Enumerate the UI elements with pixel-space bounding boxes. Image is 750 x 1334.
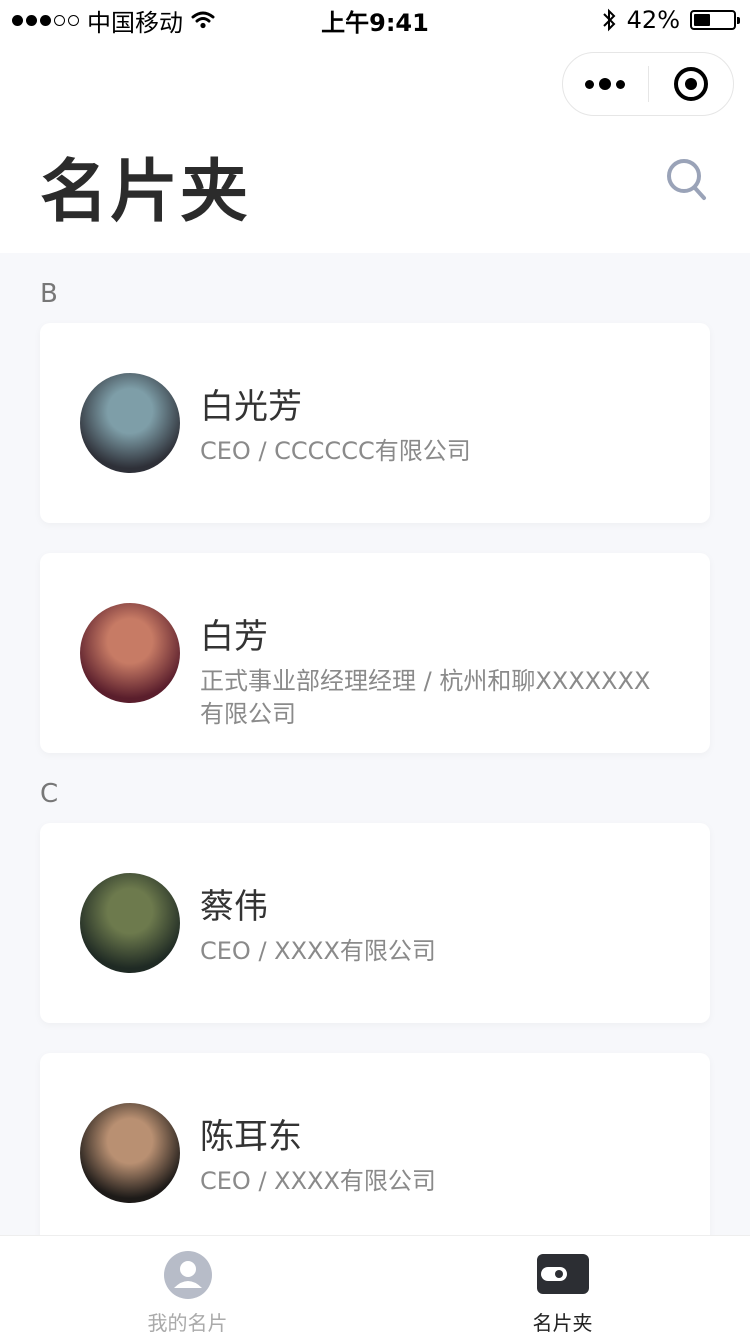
battery-icon [690, 10, 740, 30]
avatar [80, 1103, 180, 1203]
page-title: 名片夹 [40, 153, 251, 232]
search-icon[interactable] [666, 158, 708, 202]
status-right: 42% [601, 6, 740, 34]
section-letter: C [40, 779, 59, 809]
contact-title-company: CEO / XXXX有限公司 [200, 1167, 436, 1195]
contact-card[interactable]: 白光芳 CEO / CCCCCC有限公司 [40, 323, 710, 523]
contact-title-company: 正式事业部经理经理 / 杭州和聊XXXXXXX有限公司 [200, 667, 651, 728]
avatar [80, 873, 180, 973]
wallet-icon [536, 1254, 589, 1294]
tab-label: 名片夹 [532, 1311, 593, 1334]
tab-my-card[interactable]: 我的名片 [0, 1236, 375, 1334]
card-list[interactable]: B 白光芳 CEO / CCCCCC有限公司 白芳 正式事业部经理经理 / 杭州… [0, 253, 750, 1235]
battery-percent: 42% [626, 6, 680, 34]
contact-card[interactable]: 陈耳东 CEO / XXXX有限公司 [40, 1053, 710, 1235]
contact-card[interactable]: 白芳 正式事业部经理经理 / 杭州和聊XXXXXXX有限公司 [40, 553, 710, 753]
tab-card-holder[interactable]: 名片夹 [375, 1236, 750, 1334]
status-bar: 中国移动 上午9:41 42% [0, 0, 750, 40]
contact-title-company: CEO / CCCCCC有限公司 [200, 437, 471, 465]
page-header: 名片夹 [0, 40, 750, 253]
avatar [80, 373, 180, 473]
contact-name: 白光芳 [200, 387, 302, 427]
mini-program-capsule [562, 52, 734, 116]
avatar [80, 603, 180, 703]
bluetooth-icon [602, 8, 616, 32]
contact-title-company: CEO / XXXX有限公司 [200, 937, 436, 965]
user-profile-icon [163, 1251, 212, 1299]
more-options-icon[interactable] [563, 78, 648, 90]
section-letter: B [40, 279, 58, 309]
contact-name: 陈耳东 [200, 1117, 302, 1157]
tab-bar: 我的名片 名片夹 [0, 1235, 750, 1334]
contact-card[interactable]: 蔡伟 CEO / XXXX有限公司 [40, 823, 710, 1023]
contact-name: 蔡伟 [200, 887, 268, 927]
tab-label: 我的名片 [147, 1311, 228, 1334]
contact-name: 白芳 [200, 617, 268, 657]
close-mini-program-icon[interactable] [649, 67, 734, 101]
